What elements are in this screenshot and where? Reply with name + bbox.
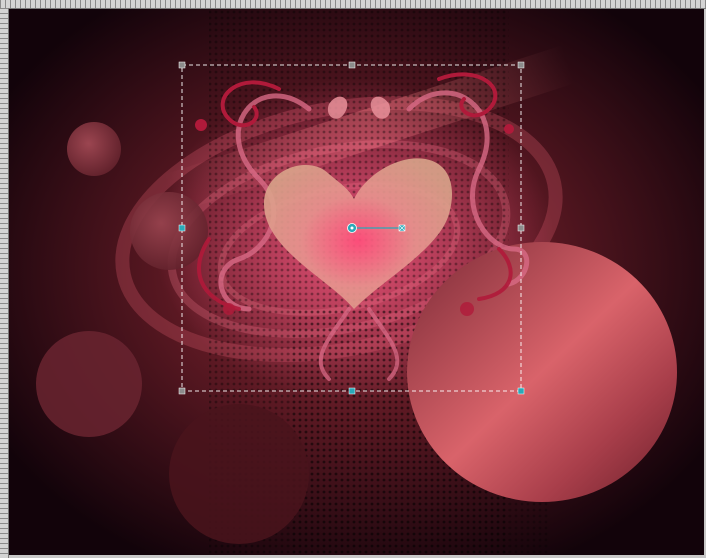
image-canvas[interactable]: [9, 9, 704, 555]
handle-middle-right[interactable]: [517, 224, 525, 232]
decor-circle: [36, 331, 142, 437]
droplet: [195, 119, 207, 131]
handle-bottom-right[interactable]: [517, 387, 525, 395]
droplet: [504, 124, 514, 134]
handle-middle-left[interactable]: [178, 224, 186, 232]
handle-bottom-left[interactable]: [178, 387, 186, 395]
top-ruler: [0, 0, 706, 9]
droplet: [460, 302, 474, 316]
handle-top-left[interactable]: [178, 61, 186, 69]
handle-bottom-middle[interactable]: [348, 387, 356, 395]
decor-circle: [169, 404, 309, 544]
large-circle: [407, 242, 677, 502]
handle-top-middle[interactable]: [348, 61, 356, 69]
rotate-handle-icon[interactable]: [398, 224, 406, 232]
decor-circle: [67, 122, 121, 176]
droplet: [223, 303, 235, 315]
pivot-circle-icon[interactable]: [347, 223, 357, 233]
left-ruler: [0, 8, 9, 558]
handle-top-right[interactable]: [517, 61, 525, 69]
decor-circle: [130, 192, 208, 270]
